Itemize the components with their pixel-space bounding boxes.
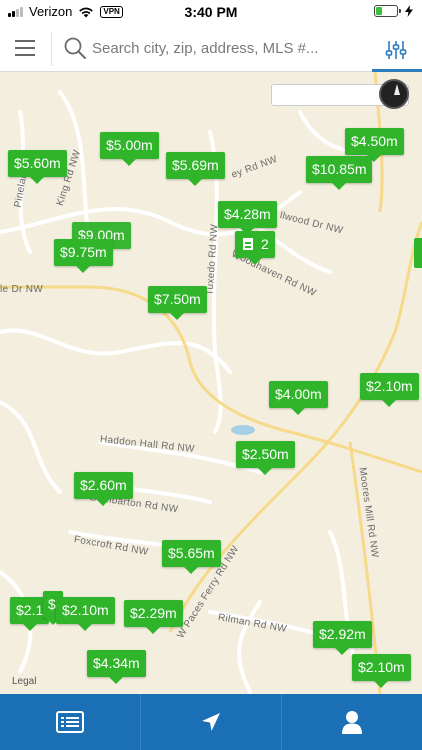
price-pin[interactable]: $7.50m: [148, 286, 207, 320]
road-label: le Dr NW: [0, 284, 43, 295]
sliders-icon: [385, 41, 407, 59]
battery-icon: [374, 5, 401, 17]
battery-level: [376, 7, 382, 15]
price-pin[interactable]: $2.92m: [313, 621, 372, 655]
building-pin[interactable]: 2: [235, 231, 275, 265]
divider: [51, 32, 52, 66]
status-bar: Verizon VPN 3:40 PM: [0, 0, 422, 24]
compass-icon[interactable]: [379, 79, 409, 109]
list-icon: [56, 711, 84, 733]
map-view[interactable]: Pineland Rd King Rd NW le Dr NW Tuxedo R…: [0, 72, 422, 694]
price-pin[interactable]: $4.00m: [269, 381, 328, 415]
tab-nearby[interactable]: [141, 694, 282, 750]
filter-button[interactable]: [372, 28, 420, 72]
price-pin[interactable]: $5.69m: [166, 152, 225, 186]
price-pin[interactable]: $4.50m: [345, 128, 404, 162]
building-count: 2: [261, 236, 269, 252]
menu-button[interactable]: [6, 30, 44, 66]
price-pin[interactable]: $2.60m: [74, 472, 133, 506]
price-pin[interactable]: $4.28m: [218, 201, 277, 235]
price-pin[interactable]: $5.65m: [162, 540, 221, 574]
price-pin[interactable]: $2.10m: [56, 597, 115, 631]
tab-list[interactable]: [0, 694, 141, 750]
price-pin[interactable]: $2.29m: [124, 600, 183, 634]
price-pin[interactable]: $5.60m: [8, 150, 67, 184]
status-right: [374, 5, 414, 17]
bottom-tab-bar: [0, 694, 422, 750]
tab-account[interactable]: [282, 694, 422, 750]
price-pin[interactable]: $2.50m: [236, 441, 295, 475]
search-input[interactable]: [92, 36, 354, 60]
location-arrow-icon: [202, 713, 220, 731]
price-pin[interactable]: $9.75m: [54, 239, 113, 273]
search-bar: [0, 24, 422, 72]
price-pin[interactable]: $2.10m: [360, 373, 419, 407]
user-icon: [342, 711, 362, 734]
legal-link[interactable]: Legal: [12, 676, 36, 687]
search-icon: [64, 37, 86, 59]
price-pin[interactable]: $10.85m: [306, 156, 373, 190]
clock: 3:40 PM: [184, 4, 238, 20]
filter-active-indicator: [372, 69, 422, 72]
price-pin[interactable]: $2.10m: [352, 654, 411, 688]
building-icon: [243, 238, 253, 250]
price-pin-offscreen[interactable]: [414, 238, 422, 268]
price-pin[interactable]: $4.34m: [87, 650, 146, 684]
price-pin[interactable]: $5.00m: [100, 132, 159, 166]
charging-bolt-icon: [405, 5, 413, 17]
